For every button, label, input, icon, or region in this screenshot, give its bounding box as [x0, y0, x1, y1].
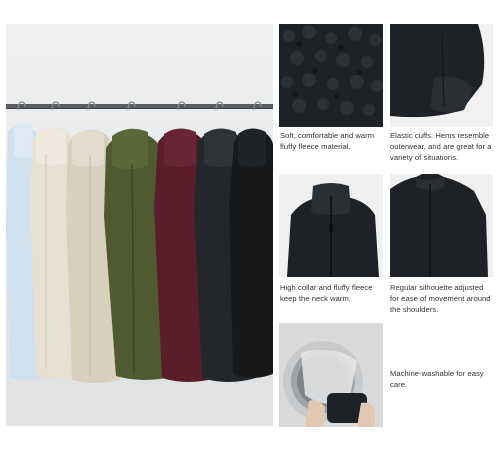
machine-washable-image [279, 323, 383, 427]
high-collar-image [279, 174, 383, 277]
jacket-rack-illustration [6, 101, 273, 426]
feature-caption-high-collar: High collar and fluffy fleece keep the n… [280, 283, 373, 303]
regular-silhouette-image [390, 174, 493, 277]
feature-caption-machine-washable: Machine-washable for easy care. [390, 369, 484, 389]
product-hero-image [6, 24, 273, 426]
feature-caption-regular-silhouette: Regular silhouette adjusted for ease of … [390, 283, 491, 314]
feature-caption-elastic-cuffs: Elastic cuffs. Hems resemble outerwear, … [390, 131, 492, 162]
jacket-black [229, 128, 273, 378]
feature-caption-fleece-texture: Soft, comfortable and warm fluffy fleece… [280, 131, 375, 151]
elastic-cuffs-image [390, 24, 493, 127]
fleece-texture-image [279, 24, 383, 127]
